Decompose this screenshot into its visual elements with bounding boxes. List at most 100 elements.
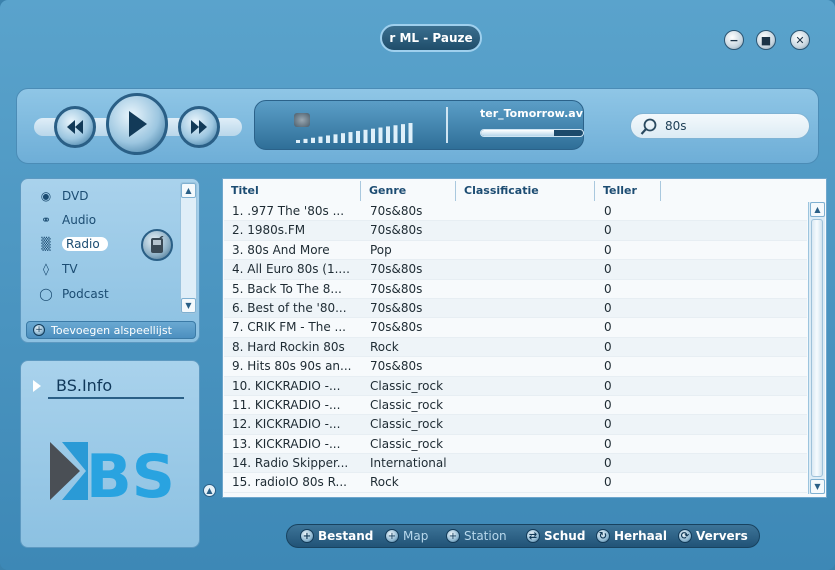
toolbar-ververs-button[interactable]: ⟳ Ververs: [678, 527, 748, 545]
nav-item-podcast[interactable]: ◯ Podcast: [38, 284, 108, 304]
play-button[interactable]: [106, 93, 168, 155]
cell-genre: 70s&80s: [370, 281, 423, 296]
rewind-button[interactable]: [54, 106, 96, 148]
column-header-classification[interactable]: Classificatie: [456, 181, 595, 201]
toolbar-schud-button[interactable]: ⇄ Schud: [526, 527, 585, 545]
bs-logo: BS: [50, 442, 172, 502]
table-row[interactable]: 1. .977 The '80s ... 70s&80s 0: [224, 202, 807, 222]
search-input[interactable]: 80s: [665, 119, 687, 133]
cell-classification: [457, 377, 596, 395]
add-playlist-label: Toevoegen alspeellijst: [51, 323, 172, 337]
cell-counter: 0: [604, 339, 612, 354]
toolbar-bestand-button[interactable]: + Bestand: [300, 527, 373, 545]
cell-title: 2. 1980s.FM: [232, 223, 306, 238]
toolbar-label: Ververs: [696, 529, 748, 543]
cell-classification: [457, 221, 596, 239]
table-row[interactable]: 7. CRIK FM - The ... 70s&80s 0: [224, 318, 807, 338]
toolbar-map-button[interactable]: + Map: [385, 527, 428, 545]
refresh-icon: ⟳: [678, 529, 692, 543]
cell-genre: Pop: [370, 242, 392, 257]
divider: [48, 397, 184, 399]
radio-icon: ▒: [41, 237, 51, 251]
nav-scrollbar[interactable]: ▲ ▼: [180, 182, 197, 314]
cell-counter: 0: [604, 300, 612, 315]
column-header-genre[interactable]: Genre: [361, 181, 456, 201]
fast-forward-button[interactable]: [178, 106, 220, 148]
table-row[interactable]: 9. Hits 80s 90s an... 70s&80s 0: [224, 357, 807, 377]
cell-genre: 70s&80s: [370, 262, 423, 277]
cell-title: 8. Hard Rockin 80s: [232, 339, 345, 354]
table-row[interactable]: 6. Best of the '80... 70s&80s 0: [224, 298, 807, 319]
volume-bar: [363, 129, 368, 143]
toolbar-herhaal-button[interactable]: ↻ Herhaal: [596, 527, 667, 545]
podcast-icon: ◯: [39, 287, 53, 301]
volume-slider[interactable]: [296, 122, 418, 144]
cell-counter: 0: [604, 242, 612, 257]
plus-icon: +: [385, 529, 399, 543]
cell-classification: [457, 299, 596, 317]
cell-title: 6. Best of the '80...: [232, 300, 347, 315]
cell-classification: [457, 454, 596, 472]
scroll-down-icon[interactable]: ▼: [181, 298, 196, 313]
toolbar-label: Bestand: [318, 529, 374, 543]
toolbar-label: Map: [403, 529, 429, 543]
table-row[interactable]: 4. All Euro 80s (1.... 70s&80s 0: [224, 260, 807, 280]
table-row[interactable]: 13. KICKRADIO -... Classic_rock 0: [224, 435, 807, 455]
cell-classification: [457, 260, 596, 278]
search-icon[interactable]: [640, 118, 658, 136]
cell-counter: 0: [604, 262, 612, 277]
cell-title: 14. Radio Skipper...: [232, 456, 349, 471]
nav-item-radio[interactable]: ▒ Radio: [38, 234, 108, 254]
table-scrollbar[interactable]: ▲ ▼: [808, 202, 825, 494]
toolbar-station-button[interactable]: + Station: [446, 527, 507, 545]
cell-title: 4. All Euro 80s (1....: [232, 262, 350, 277]
expand-arrow-icon[interactable]: [33, 380, 41, 392]
cell-title: 12. KICKRADIO -...: [232, 417, 341, 432]
headphones-icon: ⚭: [40, 213, 52, 227]
nav-item-tv[interactable]: ◊ TV: [38, 259, 78, 279]
column-header-title[interactable]: Titel: [223, 181, 361, 201]
close-button[interactable]: ✕: [790, 30, 810, 50]
collapse-toggle-icon[interactable]: ▲: [203, 484, 216, 497]
toolbar-label: Schud: [544, 529, 586, 543]
cell-genre: Classic_rock: [370, 397, 444, 412]
cell-counter: 0: [604, 436, 612, 451]
scroll-up-icon[interactable]: ▲: [810, 202, 825, 217]
table-row[interactable]: 10. KICKRADIO -... Classic_rock 0: [224, 376, 807, 396]
nav-item-dvd[interactable]: ◉ DVD: [38, 186, 89, 206]
progress-fill: [481, 130, 555, 136]
cell-counter: 0: [604, 417, 612, 432]
column-header-counter[interactable]: Teller: [595, 181, 661, 201]
toolbar-label: Station: [464, 529, 507, 543]
cell-genre: Classic_rock: [370, 417, 444, 432]
scroll-down-icon[interactable]: ▼: [810, 479, 825, 494]
cell-genre: Classic_rock: [370, 436, 444, 451]
column-header-empty: [661, 181, 825, 201]
nav-item-label: TV: [62, 262, 78, 276]
table-row[interactable]: 3. 80s And More Pop 0: [224, 241, 807, 261]
cell-classification: [457, 338, 596, 356]
scroll-thumb[interactable]: [811, 219, 823, 477]
cell-genre: Rock: [370, 475, 399, 490]
table-row[interactable]: 14. Radio Skipper... International 0: [224, 454, 807, 474]
track-name: ter_Tomorrow.av: [480, 107, 583, 120]
progress-bar[interactable]: [480, 129, 584, 137]
add-playlist-button[interactable]: + Toevoegen alspeellijst: [26, 321, 196, 339]
volume-bar: [311, 137, 315, 143]
svg-text:BS: BS: [86, 442, 172, 502]
volume-bar: [393, 125, 398, 143]
table-row[interactable]: 12. KICKRADIO -... Classic_rock 0: [224, 415, 807, 435]
cell-genre: 70s&80s: [370, 204, 423, 218]
minimize-button[interactable]: −: [724, 30, 744, 50]
table-row[interactable]: 8. Hard Rockin 80s Rock 0: [224, 337, 807, 358]
cell-title: 15. radioIO 80s R...: [232, 475, 347, 490]
table-row[interactable]: 5. Back To The 8... 70s&80s 0: [224, 280, 807, 299]
shuffle-icon: ⇄: [526, 529, 540, 543]
maximize-button[interactable]: ■: [756, 30, 776, 50]
table-row[interactable]: 2. 1980s.FM 70s&80s 0: [224, 221, 807, 241]
nav-item-audio[interactable]: ⚭ Audio: [38, 210, 96, 230]
disc-icon: ◉: [40, 189, 52, 203]
table-row[interactable]: 11. KICKRADIO -... Classic_rock 0: [224, 396, 807, 416]
scroll-up-icon[interactable]: ▲: [181, 183, 196, 198]
table-row[interactable]: 15. radioIO 80s R... Rock 0: [224, 473, 807, 493]
